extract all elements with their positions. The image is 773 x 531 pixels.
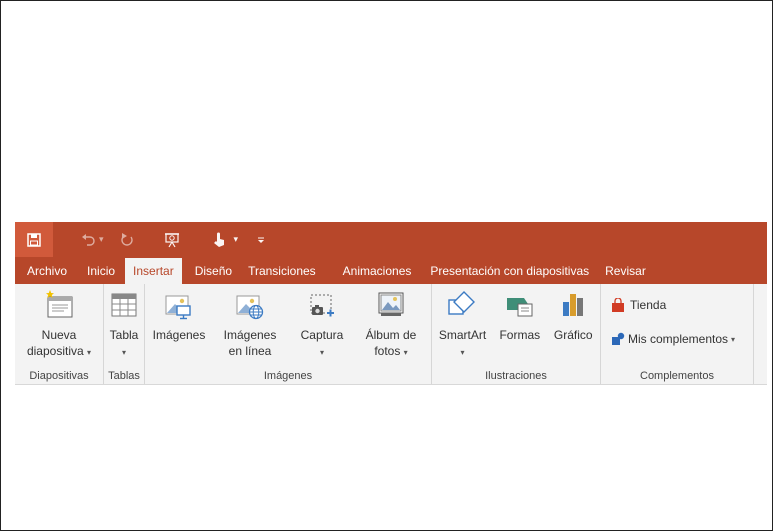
chevron-down-icon: ▾ <box>87 348 92 357</box>
touch-mouse-mode-icon <box>213 232 224 247</box>
pictures-icon <box>165 295 191 320</box>
tabla-label: Tabla <box>109 328 139 342</box>
group-label-diapositivas: Diapositivas <box>29 370 89 382</box>
album-de-fotos-label-1: Álbum de <box>365 328 417 342</box>
ribbon-insertar: Nueva diapositiva ▾ Diapositivas Tabla ▾… <box>15 284 767 385</box>
ribbon-tabs: Archivo Inicio Insertar Diseño Transicio… <box>15 257 767 284</box>
screenshot-icon <box>310 294 334 317</box>
group-tablas: Tabla ▾ Tablas <box>104 284 145 384</box>
powerpoint-ribbon: ▾ ▾ Archivo Inicio Insertar Diseño Trans… <box>15 222 767 385</box>
chart-icon <box>563 294 584 316</box>
tab-revisar[interactable]: Revisar <box>599 257 654 284</box>
quick-access-toolbar: ▾ ▾ <box>15 222 767 257</box>
imagenes-en-linea-button[interactable]: Imágenes en línea <box>213 287 287 359</box>
undo-icon <box>82 233 95 246</box>
chevron-down-icon: ▾ <box>460 348 465 357</box>
save-icon <box>27 232 41 247</box>
present-from-beginning-icon <box>164 232 179 247</box>
touch-mouse-mode-button[interactable]: ▾ <box>206 222 245 257</box>
smartart-icon <box>447 291 475 315</box>
imagenes-en-linea-label-2: en línea <box>228 344 272 358</box>
group-label-imagenes: Imágenes <box>263 370 313 382</box>
customize-qat-button[interactable] <box>250 222 272 257</box>
group-label-ilustraciones: Ilustraciones <box>485 370 547 382</box>
album-de-fotos-button[interactable]: Álbum de fotos ▾ <box>357 287 425 361</box>
tab-archivo[interactable]: Archivo <box>15 257 81 284</box>
group-complementos: Tienda Mis complementos ▾ Complementos <box>601 284 754 384</box>
smartart-button[interactable]: SmartArt ▾ <box>432 287 493 361</box>
imagenes-button[interactable]: Imágenes <box>145 287 213 343</box>
nueva-diapositiva-label-2: diapositiva <box>26 344 84 358</box>
tab-inicio[interactable]: Inicio <box>81 257 125 284</box>
formas-button[interactable]: Formas <box>493 287 546 343</box>
nueva-diapositiva-button[interactable]: Nueva diapositiva ▾ <box>15 287 103 361</box>
chevron-down-icon: ▾ <box>319 348 324 357</box>
photo-album-icon <box>378 292 404 316</box>
new-slide-icon <box>46 290 73 318</box>
tienda-button[interactable]: Tienda <box>609 292 666 318</box>
present-from-beginning-button[interactable] <box>158 222 186 257</box>
shapes-icon <box>506 298 533 317</box>
group-ilustraciones: SmartArt ▾ Formas Gráfico Ilustraciones <box>432 284 601 384</box>
tab-presentacion-con-diapositivas[interactable]: Presentación con diapositivas <box>424 257 599 284</box>
online-pictures-icon <box>236 295 264 320</box>
tienda-label: Tienda <box>630 298 667 312</box>
smartart-label: SmartArt <box>438 328 487 342</box>
redo-button[interactable] <box>114 222 140 257</box>
save-button[interactable] <box>15 222 53 257</box>
tab-animaciones[interactable]: Animaciones <box>329 257 425 284</box>
chevron-down-icon: ▾ <box>121 348 126 357</box>
tab-insertar[interactable]: Insertar <box>125 258 182 284</box>
captura-label: Captura <box>300 328 344 342</box>
chevron-down-icon: ▾ <box>403 348 408 357</box>
formas-label: Formas <box>499 328 541 342</box>
tab-diseno[interactable]: Diseño <box>182 257 244 284</box>
group-diapositivas: Nueva diapositiva ▾ Diapositivas <box>15 284 104 384</box>
mis-complementos-label: Mis complementos <box>628 332 729 346</box>
grafico-button[interactable]: Gráfico <box>547 287 600 343</box>
customize-qat-icon <box>258 237 265 243</box>
store-icon <box>612 298 624 312</box>
mis-complementos-button[interactable]: Mis complementos ▾ <box>609 326 735 352</box>
imagenes-label: Imágenes <box>152 328 206 342</box>
redo-icon <box>120 232 133 246</box>
captura-button[interactable]: Captura ▾ <box>287 287 357 361</box>
tabla-button[interactable]: Tabla ▾ <box>104 287 144 361</box>
table-icon <box>111 293 137 317</box>
chevron-down-icon: ▾ <box>731 334 736 344</box>
grafico-label: Gráfico <box>553 328 593 342</box>
nueva-diapositiva-label-1: Nueva <box>41 328 77 342</box>
group-imagenes: Imágenes Imágenes en línea Captura ▾ Álb… <box>145 284 432 384</box>
album-de-fotos-label-2: fotos <box>374 344 401 358</box>
group-label-complementos: Complementos <box>640 370 714 382</box>
undo-button[interactable]: ▾ <box>75 222 110 257</box>
tab-transiciones[interactable]: Transiciones <box>244 257 329 284</box>
my-addins-icon <box>612 332 625 345</box>
imagenes-en-linea-label-1: Imágenes <box>223 328 277 342</box>
group-label-tablas: Tablas <box>108 370 140 382</box>
